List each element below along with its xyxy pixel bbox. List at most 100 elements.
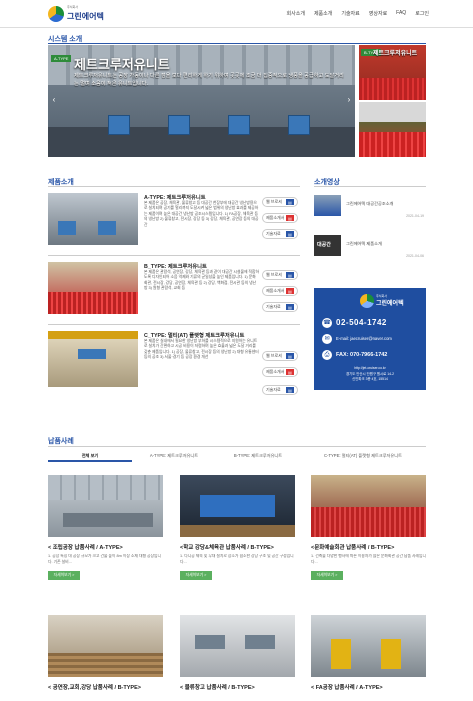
contact-url[interactable]: http://jet-cruiser.co.kr — [314, 366, 426, 370]
pdf-icon: ▤ — [286, 288, 294, 294]
contact-email[interactable]: E-mail: jaecruiser@naver.com — [336, 336, 392, 341]
contact-address: 경기도 안산시 단원구 원시로 14-2 신안파크 3층 4호, 15514 — [346, 372, 394, 381]
nav-tech[interactable]: 기술자료 — [341, 10, 359, 17]
case-image — [311, 475, 426, 537]
case-card[interactable]: < FA공장 납품사례 / A-TYPE> — [311, 615, 426, 691]
web-brochure-button[interactable]: 웹 브로셔 ▤ — [262, 351, 298, 361]
more-button[interactable]: 자세히보기 > — [311, 571, 343, 580]
case-image — [180, 615, 295, 677]
side-slide-1[interactable]: B-TYPE 제트크루저유니트 — [359, 45, 426, 100]
web-brochure-button[interactable]: 웹 브로셔 ▤ — [262, 270, 298, 280]
button-label: 웹 브로셔 — [266, 272, 282, 277]
tab-c-type[interactable]: C-TYPE: 멀티(AT) 플랫형 제트크루저유니트 — [300, 450, 426, 462]
product-image[interactable] — [48, 262, 138, 314]
product-doc-button[interactable]: 제품소개서 ▤ — [262, 213, 298, 223]
unit-graphic — [98, 221, 116, 235]
tech-data-button[interactable]: 기술자료 ▤ — [262, 229, 298, 239]
video-title: 그린에어텍 대공간공조소개 — [346, 201, 394, 206]
tab-all[interactable]: 전체 보기 — [48, 450, 132, 462]
unit-graphic — [58, 221, 76, 235]
case-filter-tabs: 전체 보기 A-TYPE: 제트크루저유니트 B-TYPE: 제트크루저유니트 … — [48, 450, 426, 462]
video-thumbnail: 대공간 — [314, 235, 341, 256]
hero-slider[interactable]: A-TYPE 제트크루저유니트 제트크루저유니트는 공장 가동이나 다른 점을 … — [48, 45, 355, 157]
case-card[interactable]: <학교 강당&체육관 납품사례 / B-TYPE> 1. 다니공 체육 및 무대… — [180, 475, 295, 580]
nav-company[interactable]: 회사소개 — [287, 10, 305, 17]
button-label: 기술자료 — [266, 387, 281, 392]
case-image — [311, 615, 426, 677]
video-date: 2021-04-06 — [406, 254, 424, 258]
hero-unit-graphic — [108, 115, 130, 135]
logo-name: 그린에어텍 — [67, 11, 104, 21]
seats-graphic — [48, 292, 138, 314]
hero-unit-graphic — [228, 115, 250, 135]
side-slide-title: 제트크루저유니트 — [373, 51, 418, 57]
company-logo[interactable]: 주식회사 그린에어텍 — [48, 5, 104, 23]
product-image[interactable] — [48, 331, 138, 387]
stage-graphic — [200, 495, 275, 517]
seats-graphic — [359, 132, 426, 157]
case-desc: 1. 건축물 다양한 행사에 따른 이용자가 많은 문화회관 공간 납품 사례입… — [311, 554, 426, 564]
logo-small-text: 주식회사 — [67, 5, 79, 9]
book-icon: ▤ — [286, 199, 294, 205]
button-label: 제품소개서 — [266, 369, 285, 374]
item-divider — [48, 255, 300, 256]
document-icon: ▤ — [286, 231, 294, 237]
contact-phone[interactable]: 02-504-1742 — [336, 318, 387, 327]
case-card[interactable]: < 조립공장 납품사례 / A-TYPE> 1. 공장 특징 대 공장 규모가 … — [48, 475, 163, 580]
contact-logo-name: 그린에어텍 — [376, 301, 404, 307]
cases-section-title: 납품사례 — [48, 438, 74, 445]
button-label: 제품소개서 — [266, 215, 285, 220]
product-item-c: C_TYPE: 멀티(AT) 플랫형 제트크루저유니트 본 제품은 실내에서 필… — [48, 331, 300, 401]
section-divider — [314, 186, 426, 187]
product-name: A-TYPE: 제트크루저유니트 — [144, 195, 206, 201]
product-image[interactable] — [48, 193, 138, 245]
seats-graphic — [311, 507, 426, 537]
document-icon: ▤ — [286, 304, 294, 310]
case-title: < 공연장,교회,강당 납품사례 / B-TYPE> — [48, 685, 141, 691]
product-item-b: B_TYPE: 제트크루저유니트 본 제품은 관람석, 공연장, 강당, 체육관… — [48, 262, 300, 320]
product-doc-button[interactable]: 제품소개서 ▤ — [262, 367, 298, 377]
seats-graphic — [359, 78, 426, 100]
ceiling-graphic — [48, 475, 163, 500]
video-item[interactable]: 그린에어텍 대공간공조소개 2021-04-19 — [314, 195, 426, 223]
case-card[interactable]: < 물류창고 납품사례 / B-TYPE> — [180, 615, 295, 691]
case-card[interactable]: < 공연장,교회,강당 납품사례 / B-TYPE> — [48, 615, 163, 691]
case-title: <문화예술회관 납품사례 / B-TYPE> — [311, 545, 395, 551]
item-divider — [48, 324, 300, 325]
contact-fax: FAX: 070-7966-1742 — [336, 352, 388, 358]
nav-videos[interactable]: 영상자료 — [369, 10, 387, 17]
hero-next-icon[interactable]: › — [345, 95, 353, 105]
more-button[interactable]: 자세히보기 > — [48, 571, 80, 580]
site-header: 주식회사 그린에어텍 회사소개 제품소개 기술자료 영상자료 FAQ 로그인 — [0, 0, 473, 28]
tab-a-type[interactable]: A-TYPE: 제트크루저유니트 — [132, 450, 216, 462]
case-title: < FA공장 납품사례 / A-TYPE> — [311, 685, 383, 691]
section-divider — [48, 446, 426, 447]
nav-faq[interactable]: FAQ — [396, 10, 406, 17]
product-doc-button[interactable]: 제품소개서 ▤ — [262, 286, 298, 296]
video-title: 그린에어텍 제품소개 — [346, 241, 382, 246]
video-date: 2021-04-19 — [406, 214, 424, 218]
unit-graphic — [78, 349, 106, 359]
book-icon: ▤ — [286, 272, 294, 278]
product-desc: 본 제품은 실내에서 필요한 냉난방 부하를 시스템적으로 지원하는 유니트로 … — [144, 339, 259, 360]
tab-b-type[interactable]: B-TYPE: 제트크루저유니트 — [216, 450, 300, 462]
hero-prev-icon[interactable]: ‹ — [50, 95, 58, 105]
section-divider — [48, 186, 300, 187]
robot-graphic — [331, 639, 351, 669]
unit-graphic — [245, 635, 275, 649]
more-button[interactable]: 자세히보기 > — [180, 571, 212, 580]
tech-data-button[interactable]: 기술자료 ▤ — [262, 385, 298, 395]
nav-login[interactable]: 로그인 — [415, 10, 429, 17]
side-slide-2[interactable] — [359, 102, 426, 157]
video-item[interactable]: 대공간 그린에어텍 제품소개 2021-04-06 — [314, 235, 426, 263]
nav-products[interactable]: 제품소개 — [314, 10, 332, 17]
product-name: C_TYPE: 멀티(AT) 플랫형 제트크루저유니트 — [144, 333, 245, 339]
tech-data-button[interactable]: 기술자료 ▤ — [262, 302, 298, 312]
hero-subtitle: 제트크루저유니트는 공장 가동이나 다른 점을 보다 편리하게 하기 위하여 곳… — [74, 73, 344, 87]
pdf-icon: ▤ — [286, 369, 294, 375]
web-brochure-button[interactable]: 웹 브로셔 ▤ — [262, 197, 298, 207]
case-image — [48, 475, 163, 537]
case-card[interactable]: <문화예술회관 납품사례 / B-TYPE> 1. 건축물 다양한 행사에 따른… — [311, 475, 426, 580]
case-title: < 조립공장 납품사례 / A-TYPE> — [48, 545, 123, 551]
video-thumbnail — [314, 195, 341, 216]
